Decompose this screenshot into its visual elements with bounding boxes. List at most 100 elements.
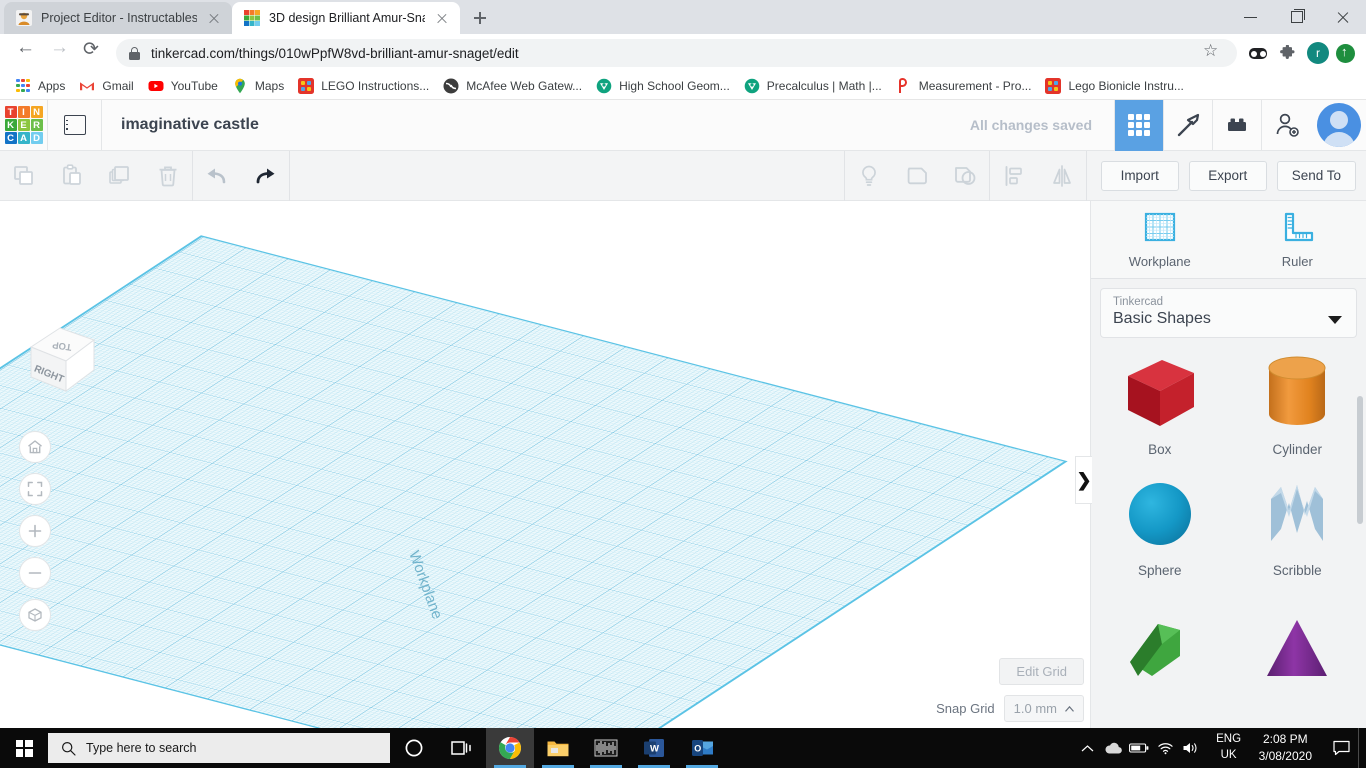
avatar[interactable] [1317,103,1361,147]
delete-button[interactable] [144,151,192,201]
panel-scrollbar[interactable] [1357,396,1363,524]
invite-people-button[interactable] [1261,99,1311,151]
undo-button[interactable] [193,151,241,201]
browser-tab-instructables[interactable]: Project Editor - Instructables [4,2,232,34]
lego-icon [1045,77,1062,94]
perspective-toggle-button[interactable] [19,599,51,631]
page-title[interactable]: imaginative castle [102,116,259,134]
bookmark-label: High School Geom... [619,78,730,93]
task-view-button[interactable] [438,728,486,768]
home-view-button[interactable] [19,431,51,463]
bookmark-apps[interactable]: Apps [10,75,74,97]
close-icon[interactable] [1320,0,1366,34]
bookmark-lego-instructions[interactable]: LEGO Instructions... [293,75,438,97]
shape-roof[interactable] [1091,592,1229,688]
zoom-in-button[interactable] [19,515,51,547]
workplane-tool[interactable]: Workplane [1091,201,1229,278]
send-to-button[interactable]: Send To [1276,160,1356,191]
bookmark-precalculus[interactable]: Precalculus | Math |... [739,75,891,97]
design-canvas[interactable]: Workplane TOP RIGHT Edit Grid Snap Grid … [0,201,1090,728]
bookmark-measurement[interactable]: Measurement - Pro... [891,75,1041,97]
bookmark-mcafee[interactable]: McAfee Web Gatew... [438,75,591,97]
minimize-icon[interactable] [1228,0,1274,34]
bookmark-maps[interactable]: Maps [227,75,293,97]
browser-tab-tinkercad[interactable]: 3D design Brilliant Amur-Snaget [232,2,460,34]
battery-icon[interactable] [1127,728,1153,768]
bookmark-lego-bionicle[interactable]: Lego Bionicle Instru... [1040,75,1192,97]
shape-cylinder[interactable]: Cylinder [1229,350,1366,457]
bookmark-high-school-geometry[interactable]: High School Geom... [591,75,739,97]
duplicate-button[interactable] [96,151,144,201]
instructables-icon [16,10,32,26]
reload-button[interactable] [76,37,108,69]
close-icon[interactable] [206,10,222,26]
edit-grid-button[interactable]: Edit Grid [999,658,1084,685]
close-icon[interactable] [434,10,450,26]
import-button[interactable]: Import [1100,160,1179,191]
mirror-icon [1052,164,1071,187]
show-desktop-button[interactable] [1358,728,1366,768]
tab-title: Project Editor - Instructables [41,11,197,25]
star-icon[interactable] [1197,39,1225,67]
action-center-button[interactable] [1324,728,1358,768]
maximize-icon[interactable] [1274,0,1320,34]
paste-button[interactable] [48,151,96,201]
onedrive-icon[interactable] [1101,728,1127,768]
copy-button[interactable] [0,151,48,201]
forward-button[interactable] [42,37,74,69]
language-indicator[interactable]: ENG UK [1205,732,1249,763]
shape-box[interactable]: Box [1091,350,1229,457]
shapes-panel: ❯ Workplane Ruler Tinkercad Basic Shapes… [1075,201,1366,728]
mirror-button[interactable] [1038,151,1086,201]
designs-list-button[interactable] [47,99,102,151]
chrome-update-icon[interactable] [1336,43,1355,63]
snap-grid-select[interactable]: 1.0 mm [1003,695,1084,722]
volume-icon[interactable] [1179,728,1205,768]
bookmark-gmail[interactable]: Gmail [74,75,142,97]
address-bar[interactable]: tinkercad.com/things/010wPpfW8vd-brillia… [116,39,1237,67]
tinker-tools-button[interactable] [1163,99,1212,151]
grid-view-button[interactable] [1114,99,1163,151]
shape-label: Scribble [1272,563,1322,578]
lego-brick-icon [1228,118,1246,131]
chevron-up-icon [1065,705,1074,712]
puzzle-extension-icon[interactable] [1274,40,1300,66]
cortana-icon [405,739,423,757]
shape-button[interactable] [893,151,941,201]
ruler-tool[interactable]: Ruler [1229,201,1366,278]
align-button[interactable] [990,151,1038,201]
profile-avatar-icon[interactable]: r [1307,42,1329,64]
blocks-button[interactable] [1212,99,1261,151]
word-button[interactable]: W [630,728,678,768]
shape-sphere[interactable]: Sphere [1091,471,1229,578]
chrome-taskbar-button[interactable] [486,728,534,768]
redo-button[interactable] [241,151,289,201]
tinkercad-toolbar: Import Export Send To [0,150,1366,201]
show-hidden-icons-chevron[interactable] [1075,728,1101,768]
group-button[interactable] [941,151,989,201]
save-status: All changes saved [969,117,1092,133]
wifi-icon[interactable] [1153,728,1179,768]
extension-eyes-icon[interactable] [1245,40,1271,66]
back-button[interactable] [8,37,40,69]
cortana-button[interactable] [390,728,438,768]
export-button[interactable]: Export [1188,160,1267,191]
lightbulb-button[interactable] [845,151,893,201]
collapse-panel-button[interactable]: ❯ [1075,456,1092,504]
audacity-button[interactable] [582,728,630,768]
tinkercad-logo[interactable]: T I N K E R C A D [0,100,47,151]
shape-cone[interactable] [1229,592,1366,688]
shape-label: Sphere [1137,563,1182,578]
outlook-button[interactable]: O [678,728,726,768]
new-tab-button[interactable] [466,4,494,32]
library-selector[interactable]: Tinkercad Basic Shapes [1100,288,1357,338]
file-explorer-button[interactable] [534,728,582,768]
clock[interactable]: 2:08 PM 3/08/2020 [1249,731,1324,765]
shape-scribble[interactable]: Scribble [1229,471,1366,578]
bookmark-youtube[interactable]: YouTube [143,75,227,97]
fit-to-view-button[interactable] [19,473,51,505]
zoom-out-button[interactable] [19,557,51,589]
view-cube[interactable]: TOP RIGHT [22,319,100,402]
start-button[interactable] [0,728,48,768]
taskbar-search-input[interactable]: Type here to search [48,733,390,763]
